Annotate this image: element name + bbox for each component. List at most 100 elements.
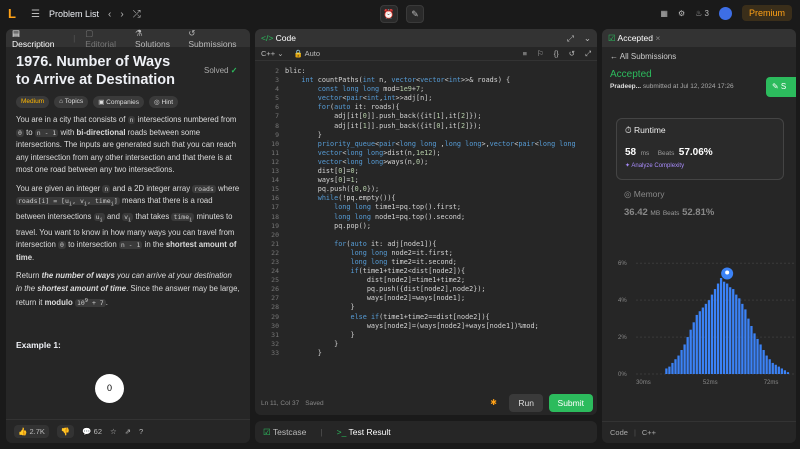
premium-button[interactable]: Premium (741, 5, 792, 21)
line-number: 30 (271, 321, 279, 330)
companies-tag[interactable]: ▣ Companies (93, 96, 145, 108)
code-line[interactable]: for(auto it: adj[node1]){ (285, 240, 576, 249)
code-line[interactable]: while(!pq.empty()){ (285, 194, 576, 203)
runtime-label: ⏱ Runtime (625, 125, 666, 135)
code-line[interactable]: ways[node2]=ways[node1]; (285, 294, 576, 303)
tab-testcase[interactable]: ☑ Testcase (263, 427, 306, 438)
code-line[interactable]: pq.pop(); (285, 222, 576, 231)
code-line[interactable]: vector<pair<int,int>>adj[n]; (285, 94, 576, 103)
tab-submissions[interactable]: ↺ Submissions (188, 29, 244, 49)
help-icon[interactable]: ? (139, 427, 143, 436)
autocomplete-toggle[interactable]: 🔒 Auto (294, 49, 320, 58)
histogram-bar (668, 366, 671, 374)
difficulty-badge[interactable]: Medium (16, 96, 50, 108)
notes-icon[interactable]: ✎ (406, 5, 424, 23)
fullscreen-icon[interactable]: ⤢ (585, 49, 591, 59)
code-line[interactable]: } (285, 331, 576, 340)
tab-solutions[interactable]: ⚗ Solutions (135, 29, 178, 49)
collapse-icon[interactable]: ⌄ (584, 33, 591, 44)
code-line[interactable]: const long long mod=1e9+7; (285, 85, 576, 94)
tab-test-result[interactable]: >_ Test Result (337, 427, 391, 437)
code-line[interactable]: pq.push({0,0}); (285, 185, 576, 194)
line-number: 13 (271, 167, 279, 176)
chevron-right-icon[interactable]: › (120, 9, 123, 20)
tab-editorial[interactable]: ▢ Editorial (85, 29, 125, 49)
code-line[interactable]: int countPaths(int n, vector<vector<int>… (285, 76, 576, 85)
code-line[interactable]: dist[0]=0; (285, 167, 576, 176)
topics-tag[interactable]: ⌂ Topics (54, 96, 89, 108)
code-line[interactable]: else if(time1+time2==dist[node2]){ (285, 313, 576, 322)
tab-description[interactable]: ▤ Description (12, 29, 63, 49)
like-button[interactable]: 👍 2.7K (14, 425, 49, 438)
user-marker-head (725, 270, 730, 275)
editor-status-bar: Ln 11, Col 37 Saved (255, 391, 597, 415)
chevron-left-icon[interactable]: ‹ (108, 9, 111, 20)
line-number: 15 (271, 185, 279, 194)
code-line[interactable] (285, 231, 576, 240)
code-line[interactable]: vector<long long>ways(n,0); (285, 158, 576, 167)
editor-toolbar: C++ ⌄ 🔒 Auto ≡ ⚐ {} ↺ ⤢ (255, 47, 597, 61)
code-line[interactable]: priority_queue<pair<long long ,long long… (285, 140, 576, 149)
code-line[interactable]: } (285, 303, 576, 312)
shuffle-icon[interactable]: ⤮ (133, 9, 141, 20)
tab-accepted[interactable]: ☑ Accepted × (608, 33, 660, 44)
histogram-bar (722, 281, 726, 374)
code-line[interactable]: vector<long long>dist(n,1e12); (285, 149, 576, 158)
y-tick-label: 6% (618, 261, 627, 267)
code-line[interactable]: } (285, 340, 576, 349)
runtime-distribution-chart[interactable]: 6% 4% 2% 0% 30ms 52ms 72ms (616, 244, 796, 394)
tab-code[interactable]: </> Code (261, 33, 296, 43)
code-line[interactable]: blic: (285, 67, 576, 76)
bookmark-icon[interactable]: ⚐ (537, 49, 544, 58)
code-line[interactable]: long long node2=it.first; (285, 249, 576, 258)
runtime-card[interactable]: ⏱ Runtime 58 ms Beats 57.06% ✦ Analyze C… (616, 118, 784, 180)
leetcode-logo[interactable]: L (8, 7, 22, 21)
list-icon[interactable]: ☰ (31, 9, 40, 20)
code-editor[interactable]: 2 3 4 5 6 7 8 9 10 11 12 13 14 15 16 17 18 19 20 21 22 23 24 25… (255, 61, 597, 391)
code-line[interactable]: long long time1=pq.top().first; (285, 203, 576, 212)
back-to-submissions[interactable]: ← All Submissions (602, 47, 796, 66)
code-line[interactable]: dist[node2]=time1+time2; (285, 276, 576, 285)
language-select[interactable]: C++ ⌄ (261, 49, 284, 58)
code-line[interactable]: if(time1+time2<dist[node2]){ (285, 267, 576, 276)
histogram-bar (692, 322, 695, 374)
analyze-complexity-link[interactable]: ✦ Analyze Complexity (625, 162, 775, 169)
reset-icon[interactable]: ↺ (569, 49, 575, 58)
problem-list-link[interactable]: Problem List (49, 9, 99, 19)
code-line[interactable]: } (285, 131, 576, 140)
code-line[interactable]: long long time2=it.second; (285, 258, 576, 267)
code-line[interactable]: for(auto it: roads){ (285, 103, 576, 112)
code-line[interactable]: pq.push({dist[node2],node2}); (285, 285, 576, 294)
code-text[interactable]: blic: int countPaths(int n, vector<vecto… (285, 67, 576, 358)
debug-icon[interactable]: ✱ (490, 398, 497, 407)
memory-label[interactable]: ◎ Memory (624, 189, 664, 200)
line-number: 16 (271, 194, 279, 203)
submit-button[interactable]: Submit (548, 394, 593, 412)
hint-tag[interactable]: ◎ Hint (149, 96, 179, 108)
solution-button[interactable]: ✎ S (766, 77, 796, 97)
code-line[interactable]: ways[node2]=(ways[node2]+ways[node1])%mo… (285, 322, 576, 331)
timer-icon[interactable]: ⏰ (380, 5, 398, 23)
code-language: C++ (641, 428, 657, 437)
braces-icon[interactable]: {} (554, 49, 559, 58)
share-icon[interactable]: ⇗ (125, 427, 131, 436)
format-icon[interactable]: ≡ (523, 49, 527, 58)
avatar[interactable] (718, 6, 732, 20)
code-line[interactable]: adj[it[0]].push_back({it[1],it[2]}); (285, 112, 576, 121)
gear-icon[interactable]: ⚙ (678, 9, 685, 18)
streak-icon[interactable]: ♨ 3 (695, 9, 709, 18)
code-line[interactable]: long long node1=pq.top().second; (285, 213, 576, 222)
comments-button[interactable]: 💬 62 (82, 427, 102, 436)
layout-icon[interactable]: ▦ (660, 9, 668, 18)
line-number: 31 (271, 330, 279, 339)
code-line[interactable]: ways[0]=1; (285, 176, 576, 185)
code-line[interactable]: adj[it[1]].push_back({it[0],it[2]}); (285, 122, 576, 131)
histogram-bar (765, 355, 768, 374)
star-icon[interactable]: ☆ (110, 427, 117, 436)
expand-icon[interactable]: ⤢ (567, 33, 574, 44)
code-line[interactable]: } (285, 349, 576, 358)
run-button[interactable]: Run (509, 394, 543, 412)
code-footer: Code | C++ (602, 421, 796, 443)
dislike-button[interactable]: 👎 (56, 425, 75, 438)
histogram-bar (683, 344, 686, 374)
